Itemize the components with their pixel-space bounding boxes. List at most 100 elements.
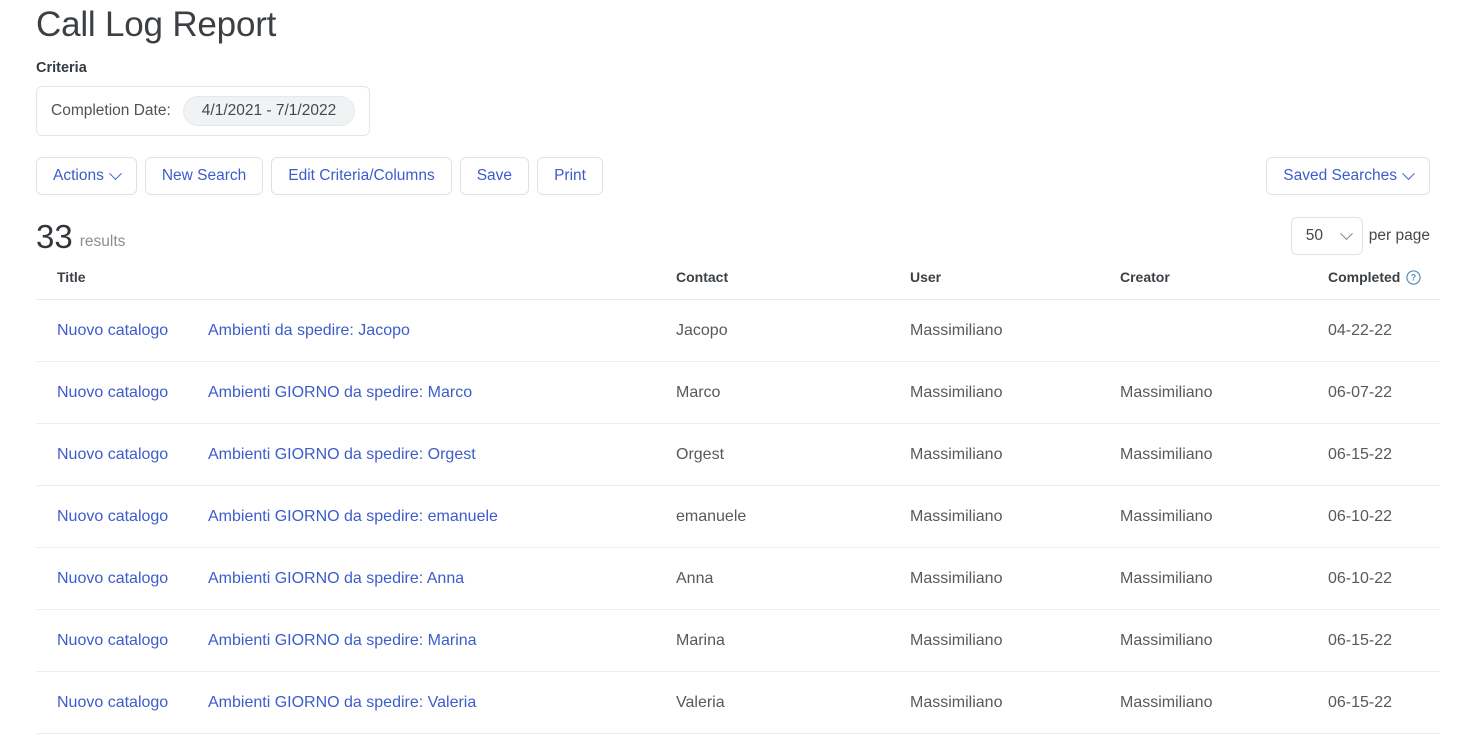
column-header-user[interactable]: User <box>910 269 1120 300</box>
saved-searches-button[interactable]: Saved Searches <box>1266 157 1430 195</box>
actions-button[interactable]: Actions <box>36 157 137 195</box>
cell-title: Nuovo catalogo <box>36 361 208 424</box>
cell-completed: 06-15-22 <box>1328 671 1440 734</box>
subject-link[interactable]: Ambienti GIORNO da spedire: Marina <box>208 632 477 649</box>
table-body: Nuovo catalogo Ambienti da spedire: Jacop… <box>36 299 1440 734</box>
cell-contact: Anna <box>676 547 910 610</box>
table-row: Nuovo catalogo Ambienti GIORNO da spedire… <box>36 423 1440 486</box>
table-row: Nuovo catalogo Ambienti GIORNO da spedire… <box>36 609 1440 672</box>
table-header-row: Title Contact User Creator Completed ? <box>36 269 1440 300</box>
page-title: Call Log Report <box>36 5 277 44</box>
cell-title: Nuovo catalogo <box>36 609 208 672</box>
title-link[interactable]: Nuovo catalogo <box>57 570 168 587</box>
column-header-subject[interactable] <box>208 269 676 300</box>
table-header: Title Contact User Creator Completed ? <box>36 269 1440 300</box>
cell-creator: Massimiliano <box>1120 485 1328 548</box>
per-page-select[interactable]: 50 <box>1290 217 1363 255</box>
title-link[interactable]: Nuovo catalogo <box>57 384 168 401</box>
print-button[interactable]: Print <box>537 157 603 195</box>
cell-creator: Massimiliano <box>1120 547 1328 610</box>
per-page-control: 50 per page <box>1290 217 1430 255</box>
subject-link[interactable]: Ambienti GIORNO da spedire: emanuele <box>208 508 498 525</box>
per-page-label: per page <box>1368 227 1430 244</box>
save-button-label: Save <box>476 167 513 185</box>
completion-date-label: Completion Date: <box>51 102 171 119</box>
column-header-title[interactable]: Title <box>36 269 208 300</box>
cell-creator: Massimiliano <box>1120 609 1328 672</box>
cell-subject: Ambienti GIORNO da spedire: Valeria <box>208 671 676 734</box>
criteria-box: Completion Date: 4/1/2021 - 7/1/2022 <box>36 86 371 136</box>
cell-title: Nuovo catalogo <box>36 485 208 548</box>
table-row: Nuovo catalogo Ambienti GIORNO da spedire… <box>36 547 1440 610</box>
actions-button-label: Actions <box>53 167 104 185</box>
cell-completed: 06-10-22 <box>1328 485 1440 548</box>
column-header-contact[interactable]: Contact <box>676 269 910 300</box>
cell-user: Massimiliano <box>910 547 1120 610</box>
title-link[interactable]: Nuovo catalogo <box>57 632 168 649</box>
cell-subject: Ambienti GIORNO da spedire: Marco <box>208 361 676 424</box>
cell-title: Nuovo catalogo <box>36 299 208 362</box>
chevron-down-icon <box>108 166 122 180</box>
edit-criteria-columns-button[interactable]: Edit Criteria/Columns <box>271 157 452 195</box>
print-button-label: Print <box>554 167 586 185</box>
new-search-button-label: New Search <box>161 167 247 185</box>
cell-contact: emanuele <box>676 485 910 548</box>
report-toolbar: Actions New Search Edit Criteria/Columns… <box>36 157 1430 195</box>
cell-user: Massimiliano <box>910 671 1120 734</box>
cell-creator: Massimiliano <box>1120 361 1328 424</box>
cell-user: Massimiliano <box>910 361 1120 424</box>
toolbar-right-group: Saved Searches <box>1266 157 1430 195</box>
save-button[interactable]: Save <box>459 157 530 195</box>
cell-creator: Massimiliano <box>1120 423 1328 486</box>
cell-completed: 06-15-22 <box>1328 423 1440 486</box>
criteria-heading: Criteria <box>36 60 87 76</box>
table-row: Nuovo catalogo Ambienti GIORNO da spedire… <box>36 485 1440 548</box>
saved-searches-button-label: Saved Searches <box>1283 167 1397 185</box>
column-header-creator[interactable]: Creator <box>1120 269 1328 300</box>
cell-title: Nuovo catalogo <box>36 547 208 610</box>
chevron-down-icon <box>1402 166 1415 180</box>
help-circle-icon[interactable]: ? <box>1406 269 1422 285</box>
title-link[interactable]: Nuovo catalogo <box>57 446 168 463</box>
subject-link[interactable]: Ambienti GIORNO da spedire: Orgest <box>208 446 476 463</box>
cell-contact: Valeria <box>676 671 910 734</box>
results-label: results <box>79 233 126 250</box>
edit-criteria-columns-button-label: Edit Criteria/Columns <box>288 167 435 185</box>
table-row: Nuovo catalogo Ambienti GIORNO da spedire… <box>36 671 1440 734</box>
cell-creator <box>1120 299 1328 362</box>
toolbar-left-group: Actions New Search Edit Criteria/Columns… <box>36 157 603 195</box>
cell-user: Massimiliano <box>910 485 1120 548</box>
cell-title: Nuovo catalogo <box>36 423 208 486</box>
completion-date-value[interactable]: 4/1/2021 - 7/1/2022 <box>182 96 356 126</box>
cell-subject: Ambienti GIORNO da spedire: Anna <box>208 547 676 610</box>
new-search-button[interactable]: New Search <box>144 157 264 195</box>
subject-link[interactable]: Ambienti GIORNO da spedire: Marco <box>208 384 472 401</box>
cell-subject: Ambienti GIORNO da spedire: Orgest <box>208 423 676 486</box>
subject-link[interactable]: Ambienti GIORNO da spedire: Valeria <box>208 694 476 711</box>
title-link[interactable]: Nuovo catalogo <box>57 694 168 711</box>
cell-contact: Jacopo <box>676 299 910 362</box>
title-link[interactable]: Nuovo catalogo <box>57 508 168 525</box>
cell-completed: 04-22-22 <box>1328 299 1440 362</box>
cell-subject: Ambienti da spedire: Jacopo <box>208 299 676 362</box>
cell-subject: Ambienti GIORNO da spedire: Marina <box>208 609 676 672</box>
results-count: 33 <box>36 218 73 255</box>
report-page: Call Log Report Criteria Completion Date… <box>0 0 1466 753</box>
column-header-completed-label: Completed <box>1328 269 1401 285</box>
report-table: Title Contact User Creator Completed ? N… <box>36 269 1440 734</box>
per-page-value: 50 <box>1305 227 1324 244</box>
cell-completed: 06-07-22 <box>1328 361 1440 424</box>
cell-user: Massimiliano <box>910 423 1120 486</box>
subject-link[interactable]: Ambienti GIORNO da spedire: Anna <box>208 570 464 587</box>
table-row: Nuovo catalogo Ambienti GIORNO da spedire… <box>36 361 1440 424</box>
svg-text:?: ? <box>1411 272 1416 282</box>
column-header-completed[interactable]: Completed ? <box>1328 269 1440 300</box>
cell-contact: Orgest <box>676 423 910 486</box>
cell-completed: 06-15-22 <box>1328 609 1440 672</box>
cell-creator: Massimiliano <box>1120 671 1328 734</box>
title-link[interactable]: Nuovo catalogo <box>57 322 168 339</box>
cell-user: Massimiliano <box>910 609 1120 672</box>
subject-link[interactable]: Ambienti da spedire: Jacopo <box>208 322 410 339</box>
cell-subject: Ambienti GIORNO da spedire: emanuele <box>208 485 676 548</box>
table-row: Nuovo catalogo Ambienti da spedire: Jacop… <box>36 299 1440 362</box>
